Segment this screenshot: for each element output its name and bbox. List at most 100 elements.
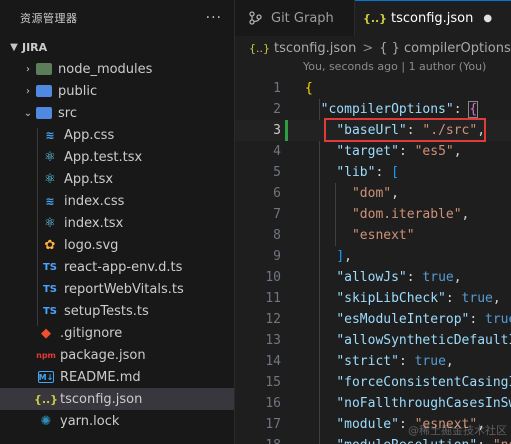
- code-token: "compilerOptions": [320, 102, 454, 117]
- code-line[interactable]: 10 "allowJs": true,: [235, 267, 511, 288]
- code-token: true: [422, 270, 454, 285]
- tree-item-tsconfig-json[interactable]: {..} tsconfig.json: [0, 388, 234, 410]
- more-actions-icon[interactable]: ···: [206, 10, 222, 26]
- tree-item-label: package.json: [60, 347, 146, 363]
- tree-item-index-css[interactable]: ≋ index.css: [0, 190, 234, 212]
- line-number: 9: [273, 249, 281, 264]
- line-text: "forceConsistentCasingI: [305, 372, 511, 393]
- explorer-title: 资源管理器: [20, 12, 78, 25]
- tree-item-public[interactable]: › public: [0, 80, 234, 102]
- code-token: "esModuleInterop": [336, 312, 470, 327]
- tree-item-readme[interactable]: M↓ README.md: [0, 366, 234, 388]
- code-line[interactable]: 9 ],: [235, 246, 511, 267]
- tab-bar: Git Graph {..} tsconfig.json ●: [235, 0, 511, 36]
- line-text: "target": "es5",: [305, 141, 462, 162]
- line-text: "strict": true,: [305, 351, 453, 372]
- tree-item-react-app-env[interactable]: TS react-app-env.d.ts: [0, 256, 234, 278]
- code-token: {: [305, 81, 313, 96]
- breadcrumb-symbol[interactable]: compilerOptions: [404, 41, 511, 56]
- line-number: 10: [265, 270, 281, 285]
- svg-icon: ✿: [44, 237, 56, 253]
- tree-item-label: react-app-env.d.ts: [64, 259, 183, 275]
- tree-item-label: tsconfig.json: [60, 391, 143, 407]
- tree-item-index-tsx[interactable]: ⚛ index.tsx: [0, 212, 234, 234]
- code-token: :: [398, 354, 415, 369]
- line-number: 1: [273, 81, 281, 96]
- tree-item-label: index.css: [64, 193, 125, 209]
- tab-tsconfig-json[interactable]: {..} tsconfig.json ●: [355, 0, 511, 36]
- line-number: 13: [265, 333, 281, 348]
- tree-item-gitignore[interactable]: ◆ .gitignore: [0, 322, 234, 344]
- tree-item-label: App.test.tsx: [64, 149, 143, 165]
- code-line[interactable]: 4 "target": "es5",: [235, 141, 511, 162]
- code-token: "lib": [336, 165, 376, 180]
- code-editor[interactable]: 1{2 "compilerOptions": {3 "baseUrl": "./…: [235, 78, 511, 444]
- code-line[interactable]: 2 "compilerOptions": {: [235, 99, 511, 120]
- tree-item-node-modules[interactable]: › node_modules: [0, 58, 234, 80]
- code-line[interactable]: 5 "lib": [: [235, 162, 511, 183]
- git-icon: ◆: [41, 325, 51, 341]
- tree-item-app-test-tsx[interactable]: ⚛ App.test.tsx: [0, 146, 234, 168]
- json-icon: {..}: [362, 12, 388, 25]
- tree-item-label: logo.svg: [64, 237, 119, 253]
- modified-line-indicator: [285, 120, 288, 141]
- code-line[interactable]: 12 "esModuleInterop": true: [235, 309, 511, 330]
- code-token: "module": [336, 417, 399, 432]
- tree-item-package-json[interactable]: npm package.json: [0, 344, 234, 366]
- tree-item-app-css[interactable]: ≋ App.css: [0, 124, 234, 146]
- line-number: 12: [265, 312, 281, 327]
- npm-icon: npm: [36, 350, 56, 360]
- code-token: ,: [453, 144, 462, 159]
- line-text: "allowJs": true,: [305, 267, 461, 288]
- tree-item-label: public: [58, 83, 98, 99]
- tree-item-src[interactable]: ⌄ src: [0, 102, 234, 124]
- workspace-section-header[interactable]: ▼ JIRA: [0, 36, 234, 58]
- code-token: {: [468, 101, 479, 118]
- tree-item-label: README.md: [60, 369, 141, 385]
- unsaved-dot-icon[interactable]: ●: [483, 13, 492, 24]
- code-token: "allowSyntheticDefaultI: [336, 333, 511, 348]
- breadcrumb-file[interactable]: tsconfig.json: [274, 41, 356, 56]
- code-line[interactable]: 7 "dom.iterable",: [235, 204, 511, 225]
- folder-src-icon: [36, 105, 52, 121]
- code-token: "no: [493, 438, 511, 444]
- line-text: "skipLibCheck": true,: [305, 288, 500, 309]
- tab-git-graph[interactable]: Git Graph: [235, 0, 355, 36]
- typescript-icon: TS: [42, 261, 58, 273]
- watermark: @稀土掘金技术社区: [408, 424, 507, 437]
- code-token: "skipLibCheck": [336, 291, 446, 306]
- line-text: "compilerOptions": {: [305, 99, 479, 120]
- git-blame-codelens[interactable]: You, seconds ago | 1 author (You): [235, 60, 511, 78]
- tree-item-report-web-vitals[interactable]: TS reportWebVitals.ts: [0, 278, 234, 300]
- code-token: ,: [461, 207, 470, 222]
- code-token: :: [469, 312, 486, 327]
- chevron-down-icon: ⌄: [23, 107, 33, 119]
- code-token: ]: [336, 249, 345, 264]
- code-token: "allowJs": [336, 270, 407, 285]
- code-line[interactable]: 11 "skipLibCheck": true,: [235, 288, 511, 309]
- typescript-icon: TS: [42, 305, 58, 317]
- tree-item-yarn-lock[interactable]: ✺ yarn.lock: [0, 410, 234, 432]
- code-line[interactable]: 6 "dom",: [235, 183, 511, 204]
- tree-item-logo-svg[interactable]: ✿ logo.svg: [0, 234, 234, 256]
- line-text: "esModuleInterop": true: [305, 309, 511, 330]
- code-line[interactable]: 16 "noFallthroughCasesInSw: [235, 393, 511, 414]
- code-line[interactable]: 1{: [235, 78, 511, 99]
- tree-item-app-tsx[interactable]: ⚛ App.tsx: [0, 168, 234, 190]
- code-token: "forceConsistentCasingI: [336, 375, 511, 390]
- tree-item-label: index.tsx: [64, 215, 124, 231]
- code-line[interactable]: 13 "allowSyntheticDefaultI: [235, 330, 511, 351]
- code-token: :: [445, 291, 462, 306]
- code-line[interactable]: 15 "forceConsistentCasingI: [235, 372, 511, 393]
- code-token: "strict": [336, 354, 399, 369]
- explorer-header: 资源管理器 ···: [0, 0, 234, 36]
- tree-item-setup-tests[interactable]: TS setupTests.ts: [0, 300, 234, 322]
- code-line[interactable]: 14 "strict": true,: [235, 351, 511, 372]
- line-text: ],: [305, 246, 352, 267]
- code-line[interactable]: 8 "esnext": [235, 225, 511, 246]
